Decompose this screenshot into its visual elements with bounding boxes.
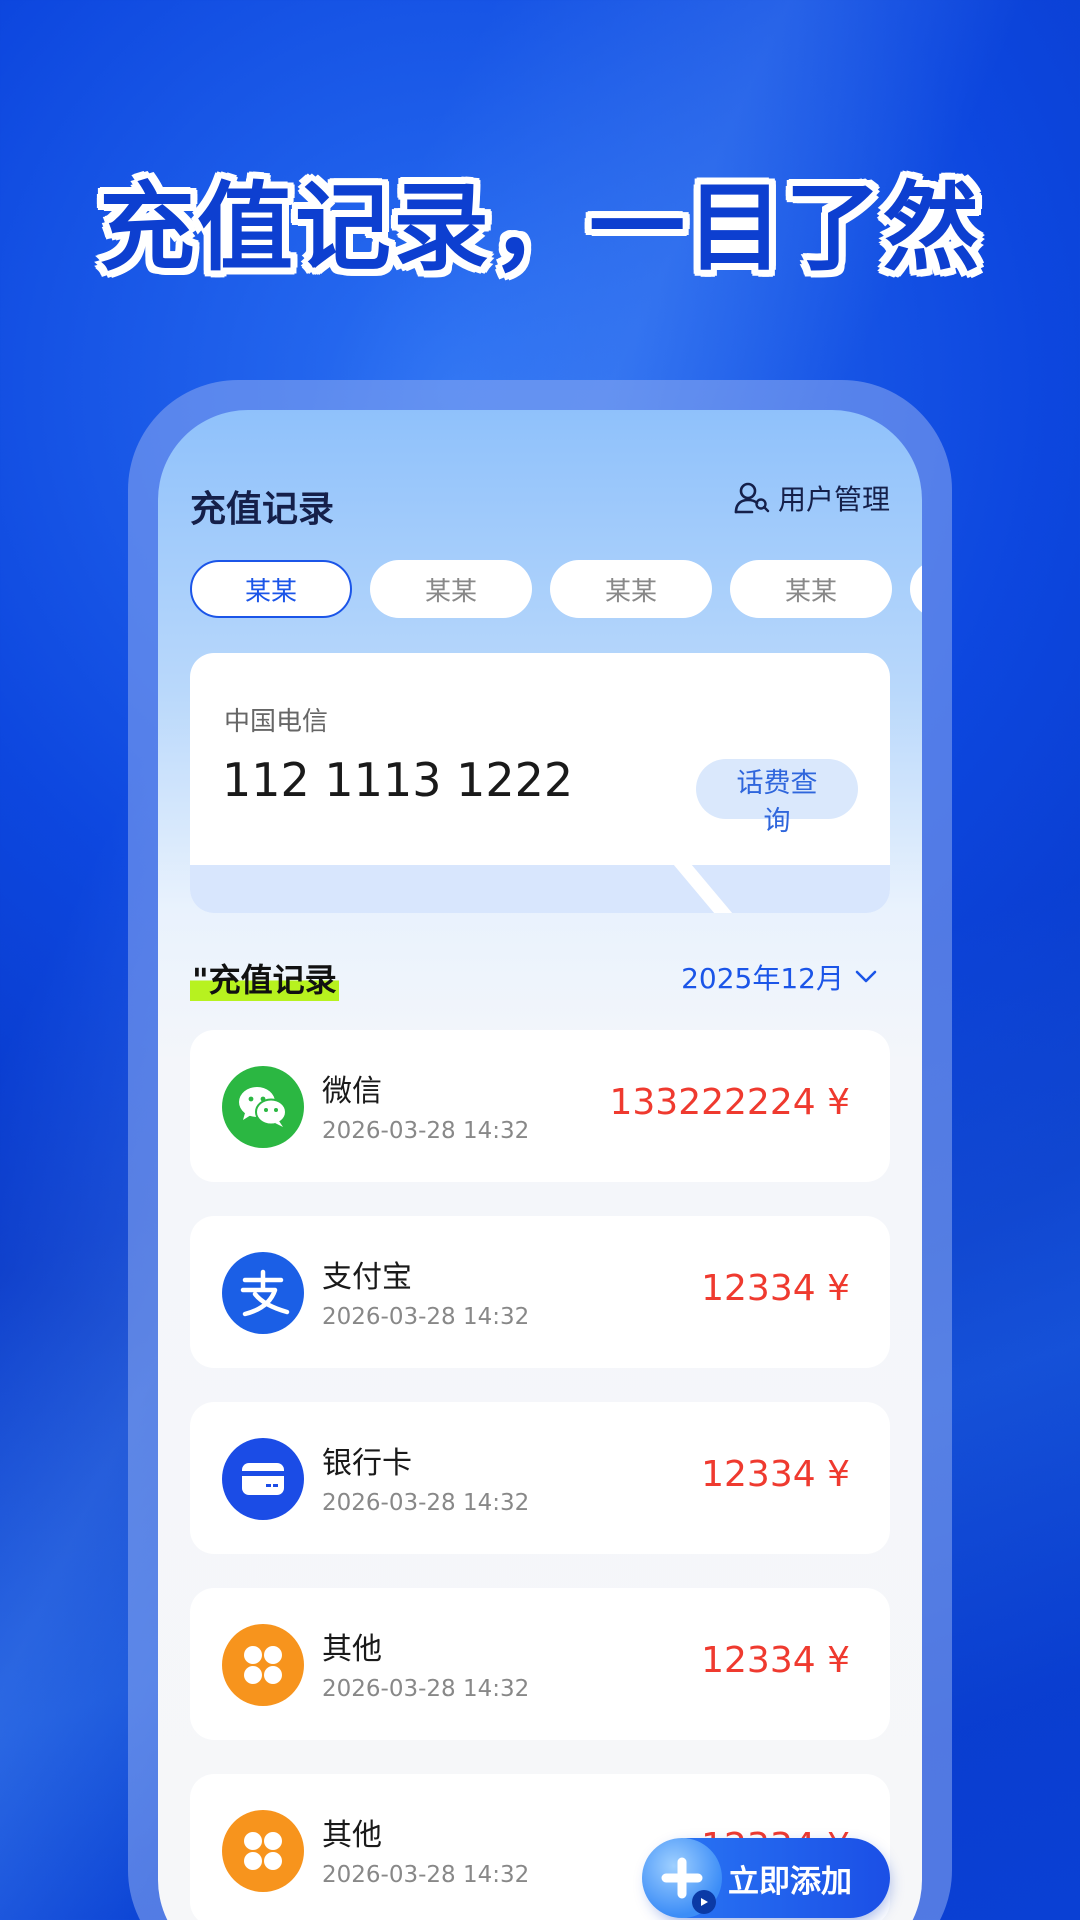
record-list: 微信 2026-03-28 14:32 133222224 ¥ 支付宝 2026… xyxy=(190,1030,890,1920)
chevron-down-icon xyxy=(855,970,877,983)
fee-query-button[interactable]: 话费查询 xyxy=(696,759,858,837)
record-time: 2026-03-28 14:32 xyxy=(322,1490,530,1516)
page-title: 充值记录 xyxy=(190,489,335,530)
phone-number: 112 1113 1222 xyxy=(222,753,574,807)
user-manage-icon xyxy=(734,482,770,514)
record-name: 微信 xyxy=(322,1074,382,1109)
phone-screen: 充值记录 用户管理 某某 某某 某某 某某 中国电信 112 1113 1222… xyxy=(158,410,922,1920)
record-time: 2026-03-28 14:32 xyxy=(322,1862,530,1888)
tab-contact-1[interactable]: 某某 xyxy=(190,560,352,618)
month-label: 2025年12月 xyxy=(681,962,844,995)
record-time: 2026-03-28 14:32 xyxy=(322,1118,530,1144)
user-management-label: 用户管理 xyxy=(777,483,890,516)
tab-contact-3[interactable]: 某某 xyxy=(550,560,712,618)
add-now-button[interactable]: 立即添加 xyxy=(642,1838,890,1918)
promo-headline: 充值记录，一目了然 xyxy=(99,172,981,284)
alipay-icon xyxy=(222,1252,304,1334)
contact-tabs: 某某 某某 某某 某某 xyxy=(190,560,922,618)
tab-contact-4[interactable]: 某某 xyxy=(730,560,892,618)
record-name: 其他 xyxy=(322,1632,382,1667)
section-title: "充值记录 xyxy=(190,955,339,1001)
record-time: 2026-03-28 14:32 xyxy=(322,1676,530,1702)
list-item[interactable]: 其他 2026-03-28 14:32 12334 ¥ xyxy=(190,1588,890,1740)
bank-card-icon xyxy=(222,1438,304,1520)
tab-contact-2[interactable]: 某某 xyxy=(370,560,532,618)
carrier-label: 中国电信 xyxy=(224,707,329,737)
record-amount: 133222224 ¥ xyxy=(609,1082,851,1123)
record-amount: 12334 ¥ xyxy=(701,1268,850,1309)
list-item[interactable]: 微信 2026-03-28 14:32 133222224 ¥ xyxy=(190,1030,890,1182)
list-item[interactable]: 支付宝 2026-03-28 14:32 12334 ¥ xyxy=(190,1216,890,1368)
record-amount: 12334 ¥ xyxy=(701,1640,850,1681)
phone-info-card: 中国电信 112 1113 1222 话费查询 xyxy=(190,653,890,913)
record-name: 其他 xyxy=(322,1818,382,1853)
grid-icon xyxy=(222,1810,304,1892)
fee-query-label: 话费查询 xyxy=(736,768,818,837)
card-footer-band xyxy=(190,865,890,913)
record-name: 支付宝 xyxy=(322,1260,412,1295)
month-selector[interactable]: 2025年12月 xyxy=(681,957,878,997)
grid-icon xyxy=(222,1624,304,1706)
record-time: 2026-03-28 14:32 xyxy=(322,1304,530,1330)
plus-icon xyxy=(642,1838,722,1918)
user-management-button[interactable]: 用户管理 xyxy=(732,478,890,518)
record-name: 银行卡 xyxy=(322,1446,412,1481)
record-amount: 12334 ¥ xyxy=(701,1454,850,1495)
list-item[interactable]: 银行卡 2026-03-28 14:32 12334 ¥ xyxy=(190,1402,890,1554)
add-now-label: 立即添加 xyxy=(728,1863,852,1900)
play-icon xyxy=(692,1890,716,1914)
tab-contact-partial[interactable] xyxy=(910,560,922,618)
wechat-icon xyxy=(222,1066,304,1148)
